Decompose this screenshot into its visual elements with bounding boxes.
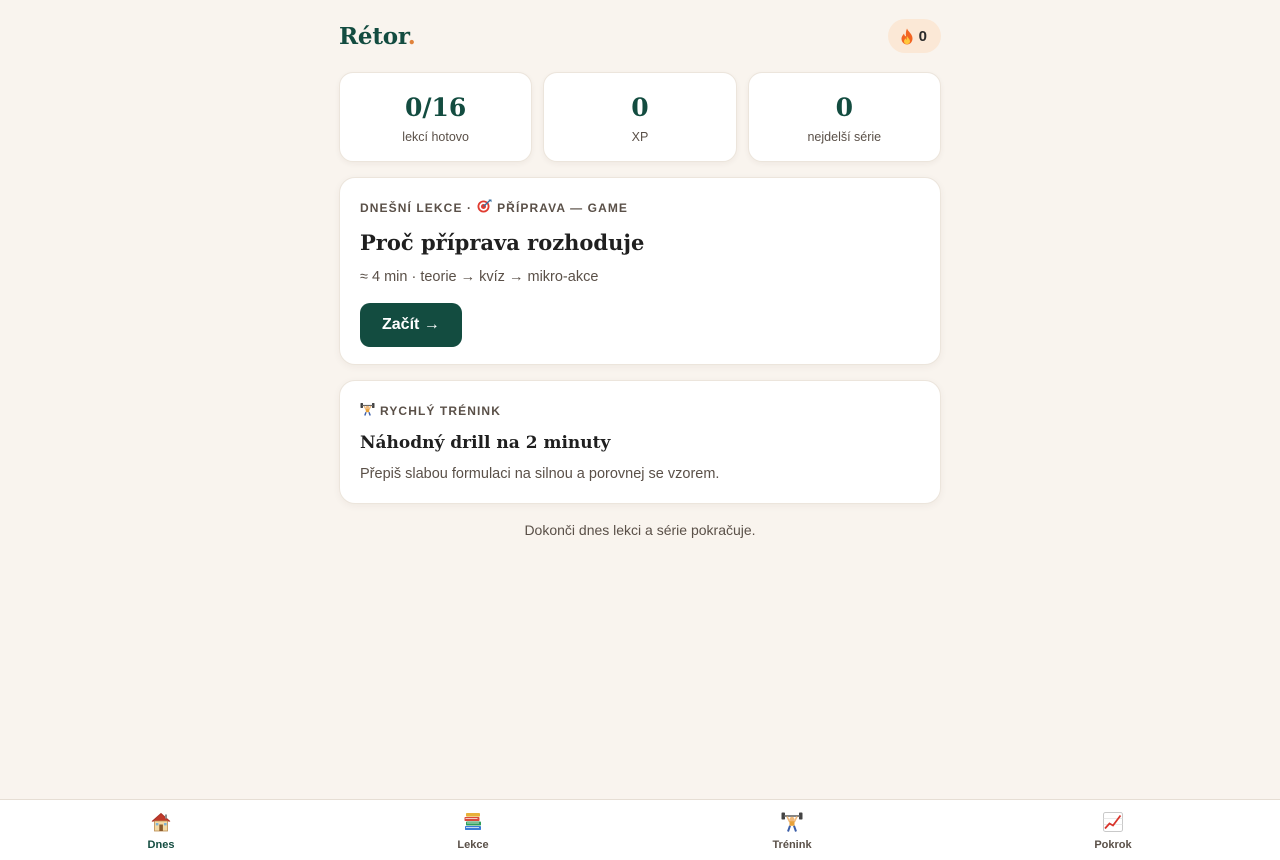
house-icon <box>149 810 173 834</box>
fire-icon <box>900 28 914 45</box>
bottom-nav: Dnes Lekce Trénink Pokrok <box>0 799 1280 860</box>
chart-up-icon <box>1101 810 1125 834</box>
lesson-eyebrow: DNEŠNÍ LEKCE · PŘÍPRAVA — GAME <box>360 199 920 216</box>
stat-label: lekcí hotovo <box>402 129 470 144</box>
app-container: Rétor. 0 0/16 lekcí hotovo 0 XP 0 nejdel… <box>339 0 941 538</box>
stat-value: 0 <box>835 92 854 122</box>
lesson-meta: ≈ 4 min · teorie → kvíz → mikro-akce <box>360 269 599 285</box>
streak-hint: Dokonči dnes lekci a série pokračuje. <box>524 522 756 538</box>
logo-dot: . <box>407 22 416 50</box>
stat-value: 0 <box>631 92 649 122</box>
drill-eyebrow: RYCHLÝ TRÉNINK <box>360 402 920 419</box>
nav-item-lekce[interactable]: Lekce <box>413 810 533 851</box>
nav-item-pokrok[interactable]: Pokrok <box>1053 810 1173 851</box>
nav-item-dnes[interactable]: Dnes <box>101 810 221 851</box>
drill-description: Přepiš slabou formulaci na silnou a poro… <box>360 466 720 482</box>
drill-eyebrow-label: RYCHLÝ TRÉNINK <box>380 403 501 418</box>
lesson-eyebrow-prefix: DNEŠNÍ LEKCE · <box>360 200 473 215</box>
quick-training-card[interactable]: RYCHLÝ TRÉNINK Náhodný drill na 2 minuty… <box>339 380 941 504</box>
stat-lessons-done: 0/16 lekcí hotovo <box>339 72 533 162</box>
nav-label: Pokrok <box>1094 839 1132 851</box>
streak-badge[interactable]: 0 <box>887 19 941 53</box>
nav-label: Trénink <box>772 839 812 851</box>
header: Rétor. 0 <box>339 0 941 72</box>
lesson-title: Proč příprava rozhoduje <box>360 230 645 255</box>
nav-label: Lekce <box>457 839 489 851</box>
lesson-eyebrow-topic: PŘÍPRAVA — GAME <box>497 200 629 215</box>
target-icon <box>477 199 492 216</box>
streak-count: 0 <box>918 27 927 45</box>
weightlifter-icon <box>780 810 804 834</box>
weightlifter-icon <box>360 402 375 419</box>
stats-row: 0/16 lekcí hotovo 0 XP 0 nejdelší série <box>339 72 941 162</box>
nav-label: Dnes <box>147 839 175 851</box>
stat-label: nejdelší série <box>807 129 882 144</box>
stat-label: XP <box>631 129 649 144</box>
stat-longest-streak: 0 nejdelší série <box>747 72 941 162</box>
books-icon <box>461 810 485 834</box>
start-lesson-button[interactable]: Začít → <box>360 303 462 347</box>
todays-lesson-card: DNEŠNÍ LEKCE · PŘÍPRAVA — GAME Proč příp… <box>339 177 941 365</box>
logo-text: Rétor <box>339 22 408 50</box>
stat-xp: 0 XP <box>543 72 737 162</box>
stat-value: 0/16 <box>405 92 467 122</box>
nav-item-trenink[interactable]: Trénink <box>732 810 852 851</box>
logo[interactable]: Rétor. <box>339 23 416 50</box>
drill-title: Náhodný drill na 2 minuty <box>360 433 611 453</box>
